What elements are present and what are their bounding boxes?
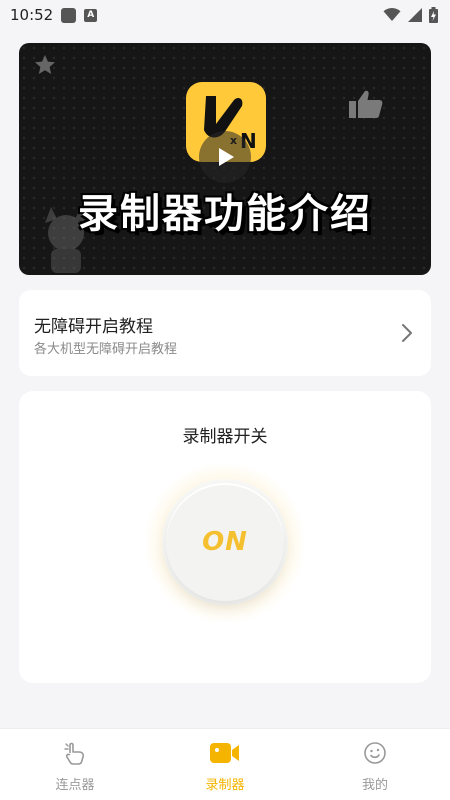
tutorial-subtitle: 各大机型无障碍开启教程 (34, 342, 178, 357)
square-notification-icon (61, 7, 77, 23)
signal-icon (408, 8, 422, 22)
banner-title: 录制器功能介绍 (78, 191, 372, 237)
chevron-right-icon (402, 324, 412, 342)
status-right-icons (383, 7, 438, 23)
play-button[interactable] (199, 131, 251, 183)
smiley-face-icon (364, 742, 386, 764)
a-notification-icon: A (84, 8, 98, 22)
video-camera-icon (210, 743, 239, 763)
recorder-on-button[interactable]: ON (166, 483, 284, 601)
nav-label-recorder: 录制器 (205, 778, 245, 793)
nav-item-recorder[interactable]: 录制器 (150, 729, 300, 800)
nav-label-mine: 我的 (361, 778, 388, 793)
status-bar: 10:52 A (0, 0, 450, 30)
nav-item-mine[interactable]: 我的 (300, 729, 450, 800)
tutorial-title: 无障碍开启教程 (34, 317, 153, 337)
bottom-nav: 连点器 录制器 我的 (0, 728, 450, 800)
intro-video-banner[interactable]: N x 录制器功能介绍 (19, 43, 431, 275)
tap-hand-icon (64, 742, 85, 765)
thumbs-up-icon (349, 90, 383, 118)
battery-charging-icon (429, 7, 438, 23)
recorder-switch-title: 录制器开关 (182, 427, 268, 447)
on-label: ON (202, 527, 248, 557)
wifi-icon (383, 8, 401, 21)
star-icon (35, 55, 55, 74)
accessibility-tutorial-card[interactable]: 无障碍开启教程 各大机型无障碍开启教程 (19, 290, 431, 376)
nav-label-clicker: 连点器 (55, 778, 95, 793)
status-time: 10:52 (10, 6, 54, 24)
recorder-switch-card: 录制器开关 ON (19, 391, 431, 683)
nav-item-clicker[interactable]: 连点器 (0, 729, 150, 800)
play-icon (219, 148, 234, 166)
